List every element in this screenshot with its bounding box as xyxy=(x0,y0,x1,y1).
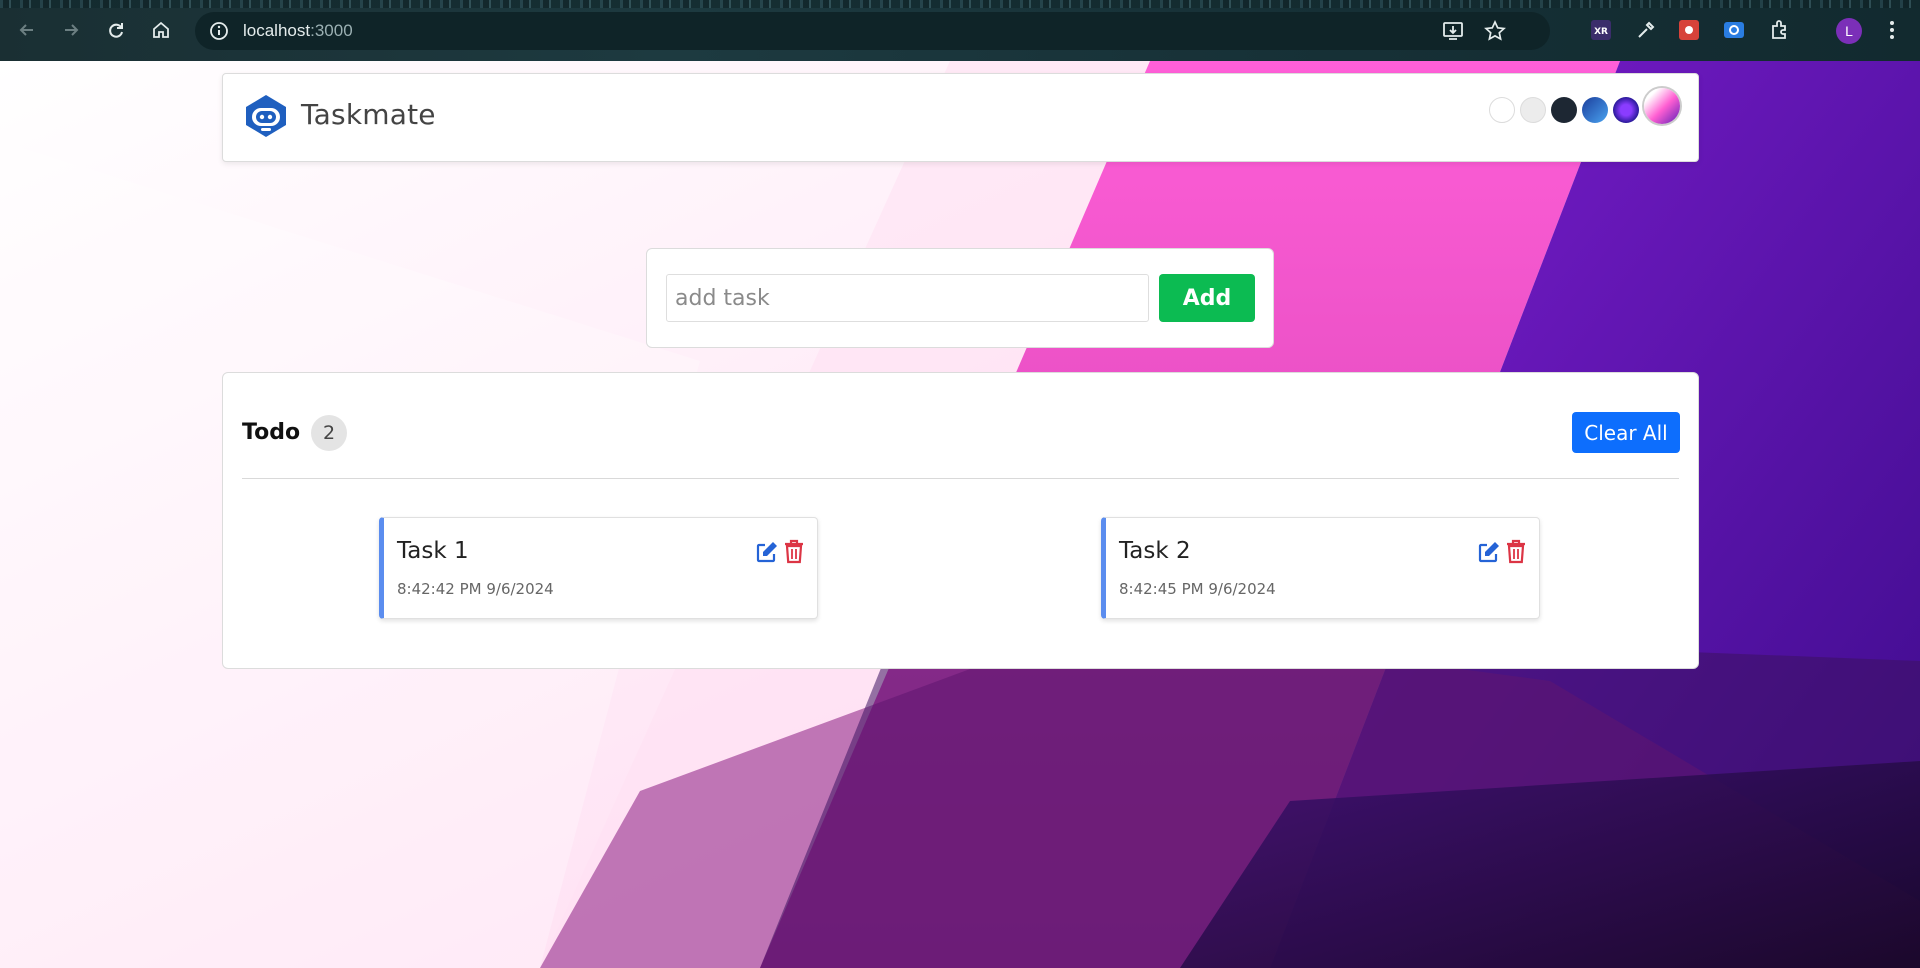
url-host: localhost xyxy=(243,21,311,40)
bookmark-star-icon[interactable] xyxy=(1484,20,1506,42)
app-header: Taskmate xyxy=(222,73,1699,162)
site-info-icon[interactable] xyxy=(209,21,229,41)
theme-light-button[interactable] xyxy=(1520,97,1546,123)
add-task-form: Add xyxy=(646,248,1274,348)
back-arrow-icon[interactable] xyxy=(15,18,39,42)
task-card: Task 1 8:42:42 PM 9/6/2024 xyxy=(379,517,818,619)
puzzle-extensions-icon[interactable] xyxy=(1768,18,1792,42)
address-bar[interactable]: localhost:3000 xyxy=(195,12,1550,50)
page-viewport: Taskmate Add Todo 2 Clear All Task 1 8:4… xyxy=(0,61,1920,968)
todo-panel: Todo 2 Clear All Task 1 8:42:42 PM 9/6/2… xyxy=(222,372,1699,669)
theme-switcher xyxy=(1484,88,1680,124)
add-button[interactable]: Add xyxy=(1159,274,1255,322)
theme-gradient-button[interactable] xyxy=(1644,88,1680,124)
xr-extension-icon[interactable]: XR xyxy=(1589,18,1613,42)
todo-heading: Todo xyxy=(242,420,301,445)
browser-toolbar: localhost:3000 XR L xyxy=(0,0,1920,61)
eyedropper-extension-icon[interactable] xyxy=(1634,18,1658,42)
task-title: Task 2 xyxy=(1119,538,1191,564)
trash-icon[interactable] xyxy=(783,539,805,564)
red-extension-icon[interactable] xyxy=(1677,18,1701,42)
kebab-menu-icon[interactable] xyxy=(1880,18,1904,42)
add-task-input[interactable] xyxy=(666,274,1149,322)
theme-white-button[interactable] xyxy=(1489,97,1515,123)
reload-icon[interactable] xyxy=(104,18,128,42)
profile-avatar[interactable]: L xyxy=(1836,18,1862,44)
divider xyxy=(242,478,1679,479)
task-card: Task 2 8:42:45 PM 9/6/2024 xyxy=(1101,517,1540,619)
task-title: Task 1 xyxy=(397,538,469,564)
theme-dark-button[interactable] xyxy=(1551,97,1577,123)
task-timestamp: 8:42:42 PM 9/6/2024 xyxy=(397,580,554,598)
task-timestamp: 8:42:45 PM 9/6/2024 xyxy=(1119,580,1276,598)
robot-logo-icon xyxy=(243,93,289,139)
clear-all-button[interactable]: Clear All xyxy=(1572,412,1680,453)
url-port: :3000 xyxy=(310,21,353,40)
url-text: localhost:3000 xyxy=(243,21,353,41)
install-app-icon[interactable] xyxy=(1442,20,1464,42)
screen-extension-icon[interactable] xyxy=(1722,18,1746,42)
edit-icon[interactable] xyxy=(755,540,779,564)
edit-icon[interactable] xyxy=(1477,540,1501,564)
theme-blue-button[interactable] xyxy=(1582,97,1608,123)
home-icon[interactable] xyxy=(149,18,173,42)
todo-count-badge: 2 xyxy=(311,415,347,451)
trash-icon[interactable] xyxy=(1505,539,1527,564)
app-brand: Taskmate xyxy=(301,98,436,131)
svg-text:XR: XR xyxy=(1594,27,1608,37)
forward-arrow-icon[interactable] xyxy=(59,18,83,42)
theme-purple-button[interactable] xyxy=(1613,97,1639,123)
